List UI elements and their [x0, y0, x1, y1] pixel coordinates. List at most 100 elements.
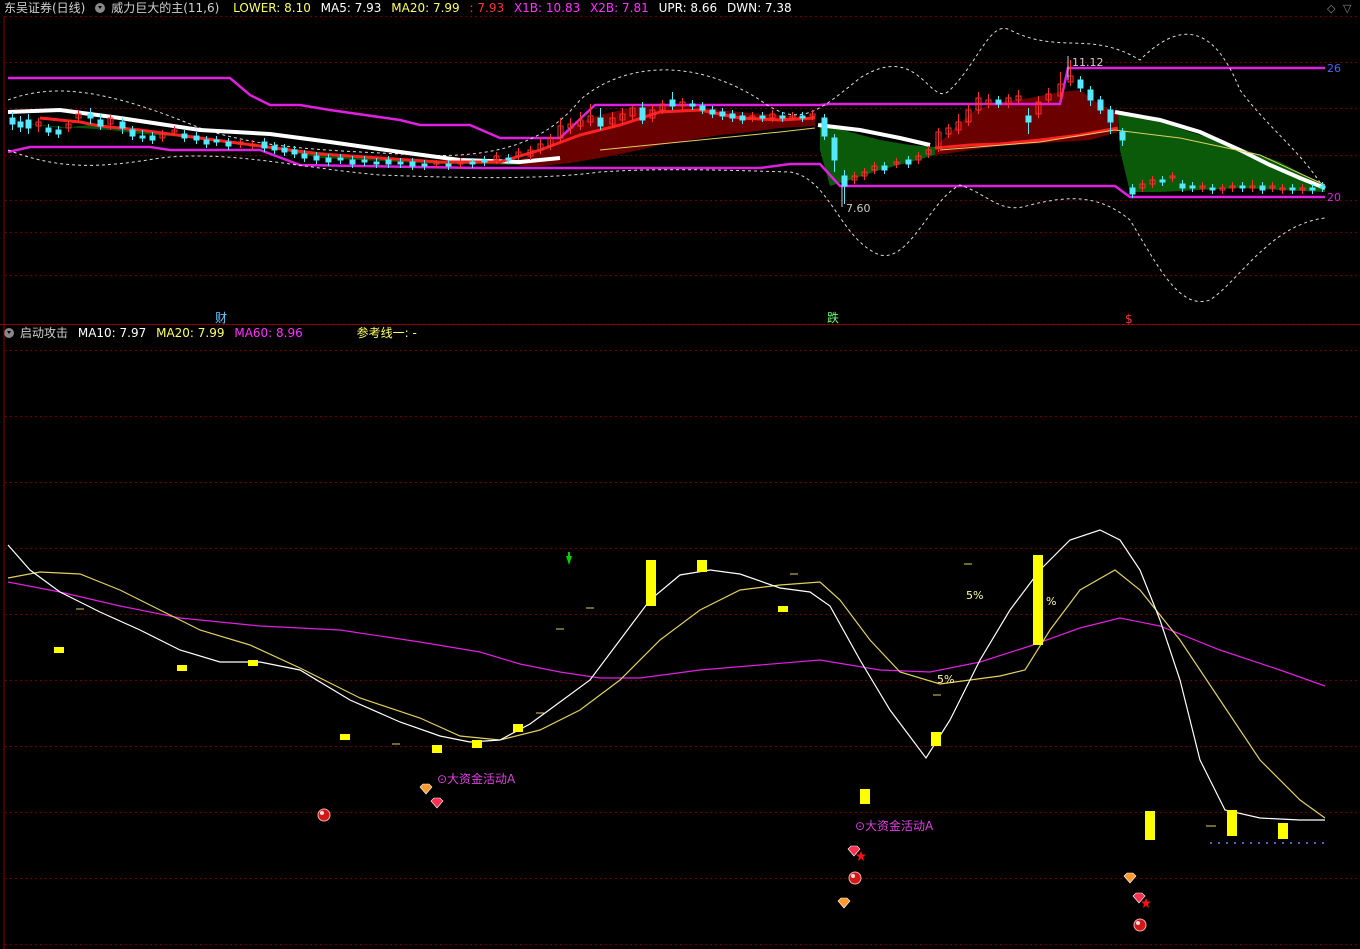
- candle-body: [1025, 115, 1032, 123]
- area-green-right: [1118, 112, 1325, 192]
- star-icon: [1141, 898, 1151, 908]
- candle-body: [139, 135, 146, 139]
- annotation-big-fund-2: ⊙大资金活动A: [855, 818, 934, 833]
- red-ball-icon: [317, 808, 331, 822]
- candle-body: [271, 145, 278, 151]
- candle-body: [87, 113, 94, 119]
- candle-body: [821, 117, 828, 137]
- candle-body: [669, 99, 676, 107]
- yellow-bar: [1033, 555, 1043, 645]
- candle-body: [881, 165, 888, 171]
- pct-label-2: %: [1046, 595, 1056, 608]
- yellow-bar: [646, 560, 656, 606]
- right-label-bottom: 20: [1327, 191, 1341, 204]
- candle-body: [409, 161, 416, 167]
- yellow-bar: [54, 647, 64, 653]
- candle-body: [55, 129, 62, 135]
- candle-body: [97, 119, 104, 127]
- candle-body: [1107, 109, 1114, 123]
- candle-body: [1309, 187, 1316, 191]
- red-ball-highlight: [320, 811, 324, 815]
- candle-body: [831, 137, 838, 161]
- yellow-bar: [1227, 810, 1237, 836]
- red-ball-icon: [1133, 918, 1147, 932]
- candle-body: [1209, 187, 1216, 191]
- signal-icons: [317, 783, 1151, 932]
- down-arrow-icon: [566, 556, 572, 565]
- candle-body: [841, 175, 848, 187]
- candle-body: [421, 163, 428, 167]
- candle-body: [639, 107, 646, 121]
- ma60-line: [7, 581, 1326, 687]
- low-label: 7.60: [846, 202, 871, 215]
- yellow-bar: [778, 606, 788, 612]
- candle-body: [203, 139, 210, 145]
- candle-body: [1159, 179, 1166, 183]
- candle-body: [597, 117, 604, 127]
- candle-body: [129, 129, 136, 137]
- candle-body: [361, 159, 368, 163]
- candle-body: [1259, 185, 1266, 191]
- candle-body: [709, 109, 716, 115]
- candle-body: [779, 115, 786, 119]
- candle-body: [1129, 187, 1136, 195]
- yellow-bar: [248, 660, 258, 666]
- candle-body: [349, 159, 356, 165]
- candle-body: [481, 159, 488, 163]
- red-ball-highlight: [1136, 921, 1140, 925]
- candle-body: [1289, 187, 1296, 191]
- candle-body: [119, 121, 126, 129]
- yellow-bar: [931, 732, 941, 746]
- candle-body: [373, 161, 380, 165]
- yellow-bar: [697, 560, 707, 572]
- candle-body: [799, 115, 806, 119]
- candle-body: [505, 157, 512, 161]
- marker-cai: 财: [215, 311, 227, 325]
- candle-body: [1077, 79, 1084, 89]
- red-ball-icon: [848, 871, 862, 885]
- pct-label-3: 5%: [937, 673, 954, 686]
- candle-body: [905, 159, 912, 165]
- candle-body: [385, 159, 392, 165]
- ma20-line: [7, 569, 1326, 819]
- yellow-bar: [513, 724, 523, 732]
- chart-canvas[interactable]: 11.12 7.60 26 20 财 跌 $ 5% % 5% ⊙大资金活动A ⊙…: [0, 0, 1360, 949]
- yellow-bar: [860, 789, 870, 804]
- marker-dollar: $: [1125, 312, 1133, 326]
- candle-body: [213, 139, 220, 143]
- candle-body: [729, 113, 736, 119]
- diamond-icon: [419, 783, 433, 795]
- candle-body: [1097, 99, 1104, 111]
- candle-body: [445, 163, 452, 167]
- candle-body: [1087, 89, 1094, 101]
- candle-body: [1319, 185, 1326, 189]
- candle-body: [719, 111, 726, 117]
- yellow-bar: [472, 740, 482, 748]
- candle-body: [337, 157, 344, 161]
- candle-body: [225, 141, 232, 147]
- yellow-bar: [1278, 823, 1288, 839]
- right-label-top: 26: [1327, 62, 1341, 75]
- star-icon: [856, 851, 866, 861]
- candle-body: [469, 161, 476, 165]
- candle-body: [9, 117, 16, 125]
- candle-body: [1189, 185, 1196, 189]
- candle-body: [261, 141, 268, 149]
- pct-label-1: 5%: [966, 589, 983, 602]
- diamond-icon: [430, 797, 444, 809]
- candle-body: [45, 127, 52, 133]
- candle-body: [397, 161, 404, 165]
- candle-body: [25, 119, 32, 129]
- red-ball-highlight: [851, 874, 855, 878]
- yellow-bars: [54, 555, 1288, 840]
- candle-body: [149, 135, 156, 141]
- candle-body: [1179, 183, 1186, 189]
- candle-body: [325, 157, 332, 163]
- yellow-bar: [432, 745, 442, 753]
- candle-body: [689, 103, 696, 107]
- candle-body: [301, 153, 308, 159]
- candle-body: [759, 115, 766, 119]
- candle-body: [281, 147, 288, 153]
- candle-body: [313, 155, 320, 161]
- candle-body: [1239, 185, 1246, 189]
